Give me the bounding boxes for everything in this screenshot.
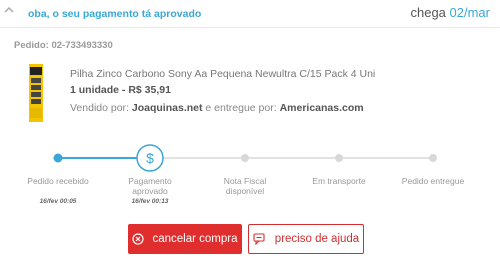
step-time-payment: 16/fev 00:13 bbox=[131, 198, 169, 205]
need-help-button[interactable]: preciso de ajuda bbox=[248, 224, 364, 254]
battery-pack-icon[interactable] bbox=[28, 64, 44, 122]
delivery-estimate: chega 02/mar bbox=[410, 5, 490, 20]
step-marker-received bbox=[53, 153, 63, 163]
chat-bubble-icon bbox=[253, 233, 265, 245]
step-marker-transport bbox=[335, 154, 343, 162]
seller-info: Vendido por: Joaquinas.net e entregue po… bbox=[70, 102, 364, 114]
product-quantity-price: 1 unidade - R$ 35,91 bbox=[70, 84, 171, 96]
step-label-invoice: Nota Fiscal disponível bbox=[223, 176, 267, 196]
step-label-payment: Pagamento aprovado bbox=[128, 176, 172, 196]
order-header: oba, o seu pagamento tá aprovado chega 0… bbox=[0, 0, 500, 28]
step-label-transport: Em transporte bbox=[312, 176, 366, 186]
deliverer-name: Americanas.com bbox=[279, 102, 364, 114]
order-id: Pedido: 02-733493330 bbox=[14, 40, 113, 51]
product-name[interactable]: Pilha Zinco Carbono Sony Aa Pequena Newu… bbox=[70, 68, 375, 80]
seller-name: Joaquinas.net bbox=[131, 102, 203, 114]
cancel-order-button[interactable]: cancelar compra bbox=[128, 224, 242, 254]
step-label-received: Pedido recebido bbox=[27, 176, 89, 186]
step-label-delivered: Pedido entregue bbox=[401, 176, 465, 186]
progress-track: $ bbox=[53, 144, 437, 172]
chevron-up-icon[interactable] bbox=[2, 3, 16, 17]
delivered-by-label: e entregue por: bbox=[205, 102, 277, 114]
delivery-date: 02/mar bbox=[449, 5, 490, 20]
step-marker-delivered bbox=[429, 154, 437, 162]
step-marker-invoice bbox=[241, 154, 249, 162]
cancel-order-label: cancelar compra bbox=[152, 233, 238, 245]
sold-by-label: Vendido por: bbox=[70, 102, 129, 114]
order-progress-tracker: $ Pedido recebido 16/fev 00:05 Pagamento… bbox=[0, 140, 500, 210]
step-time-received: 16/fev 00:05 bbox=[39, 198, 77, 205]
dollar-icon: $ bbox=[146, 150, 154, 166]
close-circle-icon bbox=[132, 233, 145, 245]
delivery-prefix: chega bbox=[410, 5, 446, 20]
need-help-label: preciso de ajuda bbox=[274, 233, 360, 245]
payment-status: oba, o seu pagamento tá aprovado bbox=[28, 8, 202, 20]
